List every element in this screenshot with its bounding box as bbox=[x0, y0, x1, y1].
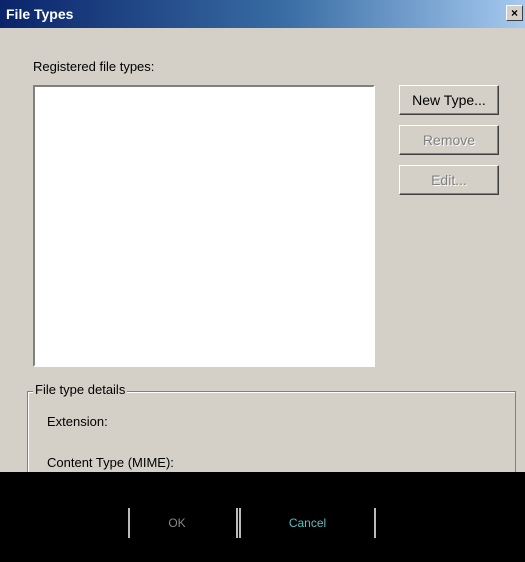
close-button[interactable]: × bbox=[506, 5, 523, 21]
registered-file-types-list[interactable] bbox=[33, 85, 375, 367]
cancel-button[interactable]: Cancel bbox=[236, 508, 376, 538]
window-title: File Types bbox=[6, 6, 74, 22]
remove-button[interactable]: Remove bbox=[399, 125, 499, 155]
file-type-details-legend: File type details bbox=[33, 382, 128, 397]
ok-button[interactable]: OK bbox=[128, 508, 224, 538]
title-bar: File Types × bbox=[0, 0, 525, 28]
new-type-button[interactable]: New Type... bbox=[399, 85, 499, 115]
registered-file-types-label: Registered file types: bbox=[33, 59, 155, 74]
edit-button[interactable]: Edit... bbox=[399, 165, 499, 195]
extension-label: Extension: bbox=[47, 414, 108, 429]
content-type-label: Content Type (MIME): bbox=[47, 455, 174, 470]
close-icon: × bbox=[510, 6, 518, 20]
